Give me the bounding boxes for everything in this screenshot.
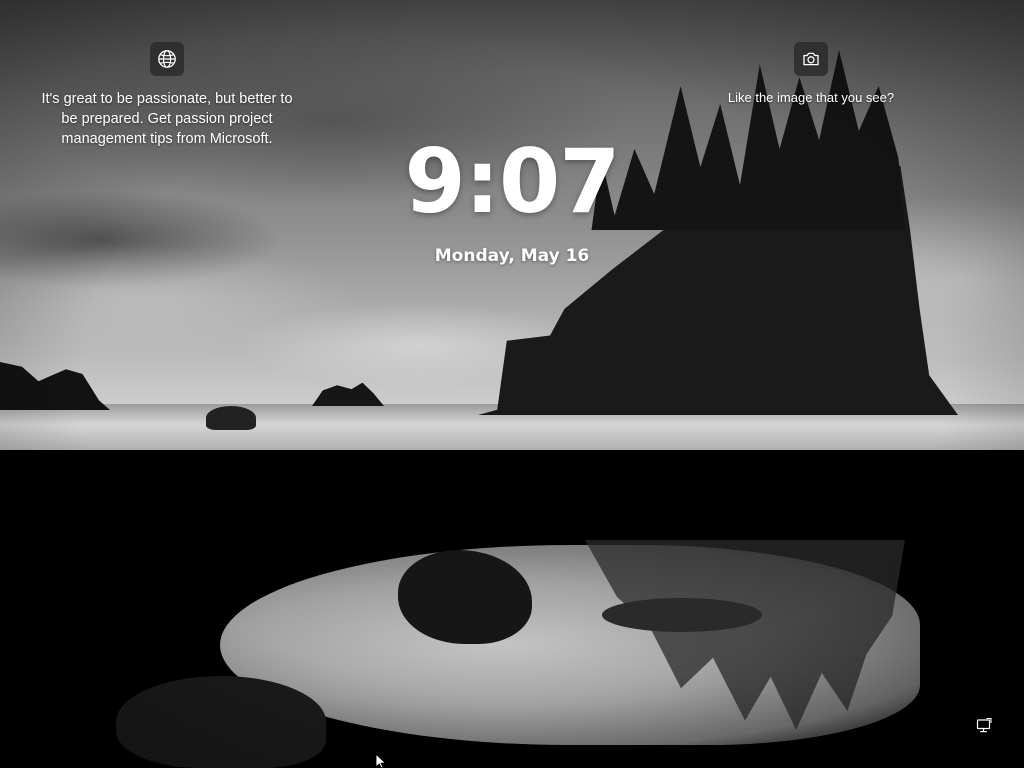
lock-screen[interactable]: It's great to be passionate, but better …	[0, 0, 1024, 768]
globe-icon	[158, 50, 176, 68]
camera-icon	[803, 52, 819, 66]
network-icon	[976, 717, 992, 733]
network-status-button[interactable]	[974, 716, 994, 736]
spotlight-description: It's great to be passionate, but better …	[41, 91, 293, 147]
like-image-prompt[interactable]: Like the image that you see?	[700, 89, 922, 107]
lock-clock-date: Monday, May 16	[434, 246, 590, 266]
spotlight-info-button[interactable]	[150, 42, 184, 76]
lock-clock-time: 9:07	[404, 130, 621, 233]
like-image-button[interactable]	[794, 42, 828, 76]
